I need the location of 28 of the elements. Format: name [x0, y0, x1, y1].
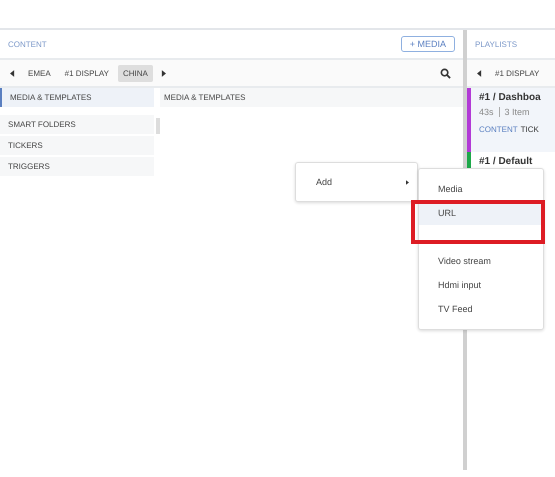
- tab[interactable]: EMEA: [23, 64, 56, 82]
- menu-item-label: Add: [316, 177, 332, 187]
- menu-item[interactable]: Add: [296, 163, 417, 201]
- playlist-tab[interactable]: TICK: [520, 125, 539, 134]
- playlist-name[interactable]: #1 / Dashboa: [479, 92, 541, 103]
- panel-title: PLAYLISTS: [475, 40, 518, 48]
- duration: 43s: [479, 107, 494, 117]
- menu-item[interactable]: Hdmi input: [419, 273, 543, 297]
- panel-title: CONTENT: [8, 40, 47, 48]
- sidebar-item[interactable]: TICKERS: [0, 136, 154, 155]
- search-icon[interactable]: [440, 68, 451, 78]
- item-count: 3 Item: [504, 107, 530, 117]
- sidebar-item[interactable]: SMART FOLDERS: [0, 115, 154, 134]
- sidebar-item[interactable]: MEDIA & TEMPLATES: [0, 88, 154, 107]
- sidebar-item[interactable]: TRIGGERS: [0, 157, 154, 176]
- playlist-tab[interactable]: CONTENT: [479, 125, 518, 134]
- tab[interactable]: CHINA: [118, 64, 153, 82]
- menu-item[interactable]: Media: [419, 177, 543, 201]
- left-arrow-icon[interactable]: [10, 70, 15, 76]
- tab[interactable]: #1 DISPLAY: [60, 64, 114, 82]
- menu-item[interactable]: Video stream: [419, 249, 543, 273]
- menu-item[interactable]: TV Feed: [419, 297, 543, 321]
- scrollbar[interactable]: [156, 118, 160, 134]
- left-arrow-icon[interactable]: [477, 70, 482, 76]
- add-media-button[interactable]: + MEDIA: [400, 36, 455, 52]
- section-heading: MEDIA & TEMPLATES: [160, 88, 463, 107]
- playlist-name[interactable]: #1 / Default: [479, 156, 532, 167]
- right-arrow-icon[interactable]: [160, 70, 166, 76]
